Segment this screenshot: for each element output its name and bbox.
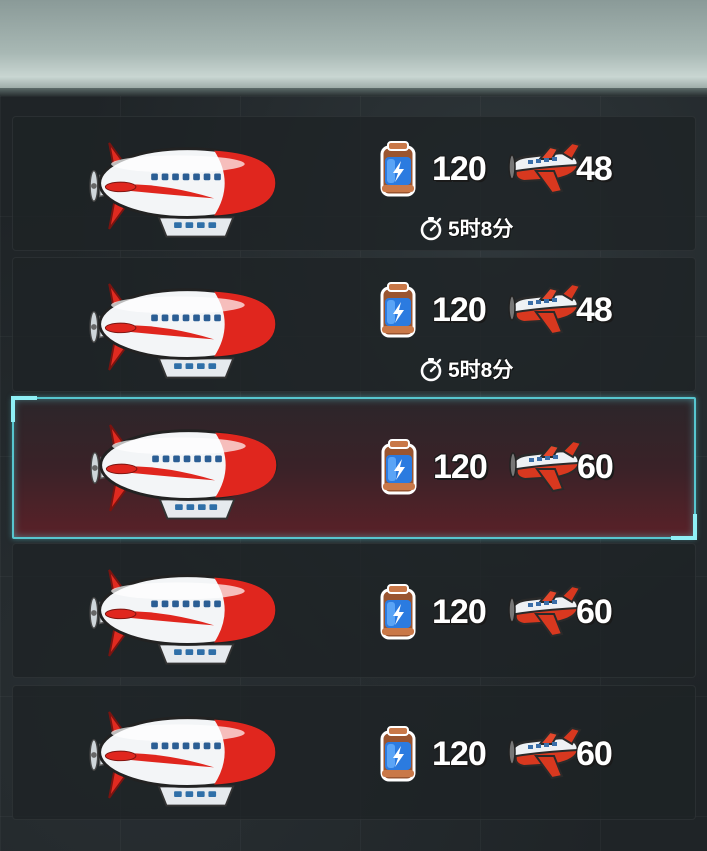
plane-icon (507, 141, 582, 195)
reward-group: 120 60 (368, 724, 613, 784)
airship-icon (88, 710, 277, 807)
energy-amount: 120 (432, 290, 487, 329)
reward-group: 120 48 (368, 139, 613, 199)
airship-row-1[interactable]: 120 48 5时8分 (12, 116, 696, 251)
energy-amount: 120 (432, 592, 487, 631)
energy-amount: 120 (433, 447, 488, 486)
plane-icon (508, 439, 583, 493)
airship-list-panel: 120 48 5时8分 120 48 5时8分 120 60 120 60 12… (0, 96, 707, 851)
timer-group: 5时8分 (418, 354, 513, 384)
reward-group: 120 48 (368, 280, 613, 340)
airship-row-5[interactable]: 120 60 (12, 685, 696, 820)
plane-icon (507, 282, 582, 336)
airship-icon (88, 141, 277, 238)
plane-amount: 48 (576, 149, 613, 188)
stopwatch-icon (420, 215, 442, 241)
plane-icon (507, 584, 582, 638)
airship-row-4[interactable]: 120 60 (12, 543, 696, 678)
energy-amount: 120 (432, 149, 487, 188)
battery-icon (380, 281, 416, 338)
airship-row-3-selected[interactable]: 120 60 (11, 396, 697, 540)
plane-amount: 60 (576, 592, 613, 631)
reward-group: 120 60 (369, 437, 614, 497)
top-banner (0, 0, 707, 96)
plane-amount: 48 (576, 290, 613, 329)
stopwatch-icon (420, 356, 442, 382)
battery-icon (380, 583, 416, 640)
timer-group: 5时8分 (418, 213, 513, 243)
battery-icon (381, 438, 417, 495)
airship-icon (88, 282, 277, 379)
airship-icon (89, 423, 278, 520)
airship-row-2[interactable]: 120 48 5时8分 (12, 257, 696, 392)
timer-label: 5时8分 (448, 359, 514, 382)
reward-group: 120 60 (368, 582, 613, 642)
plane-amount: 60 (577, 447, 614, 486)
plane-icon (507, 726, 582, 780)
energy-amount: 120 (432, 734, 487, 773)
timer-label: 5时8分 (448, 218, 514, 241)
plane-amount: 60 (576, 734, 613, 773)
battery-icon (380, 725, 416, 782)
airship-icon (88, 568, 277, 665)
battery-icon (380, 140, 416, 197)
